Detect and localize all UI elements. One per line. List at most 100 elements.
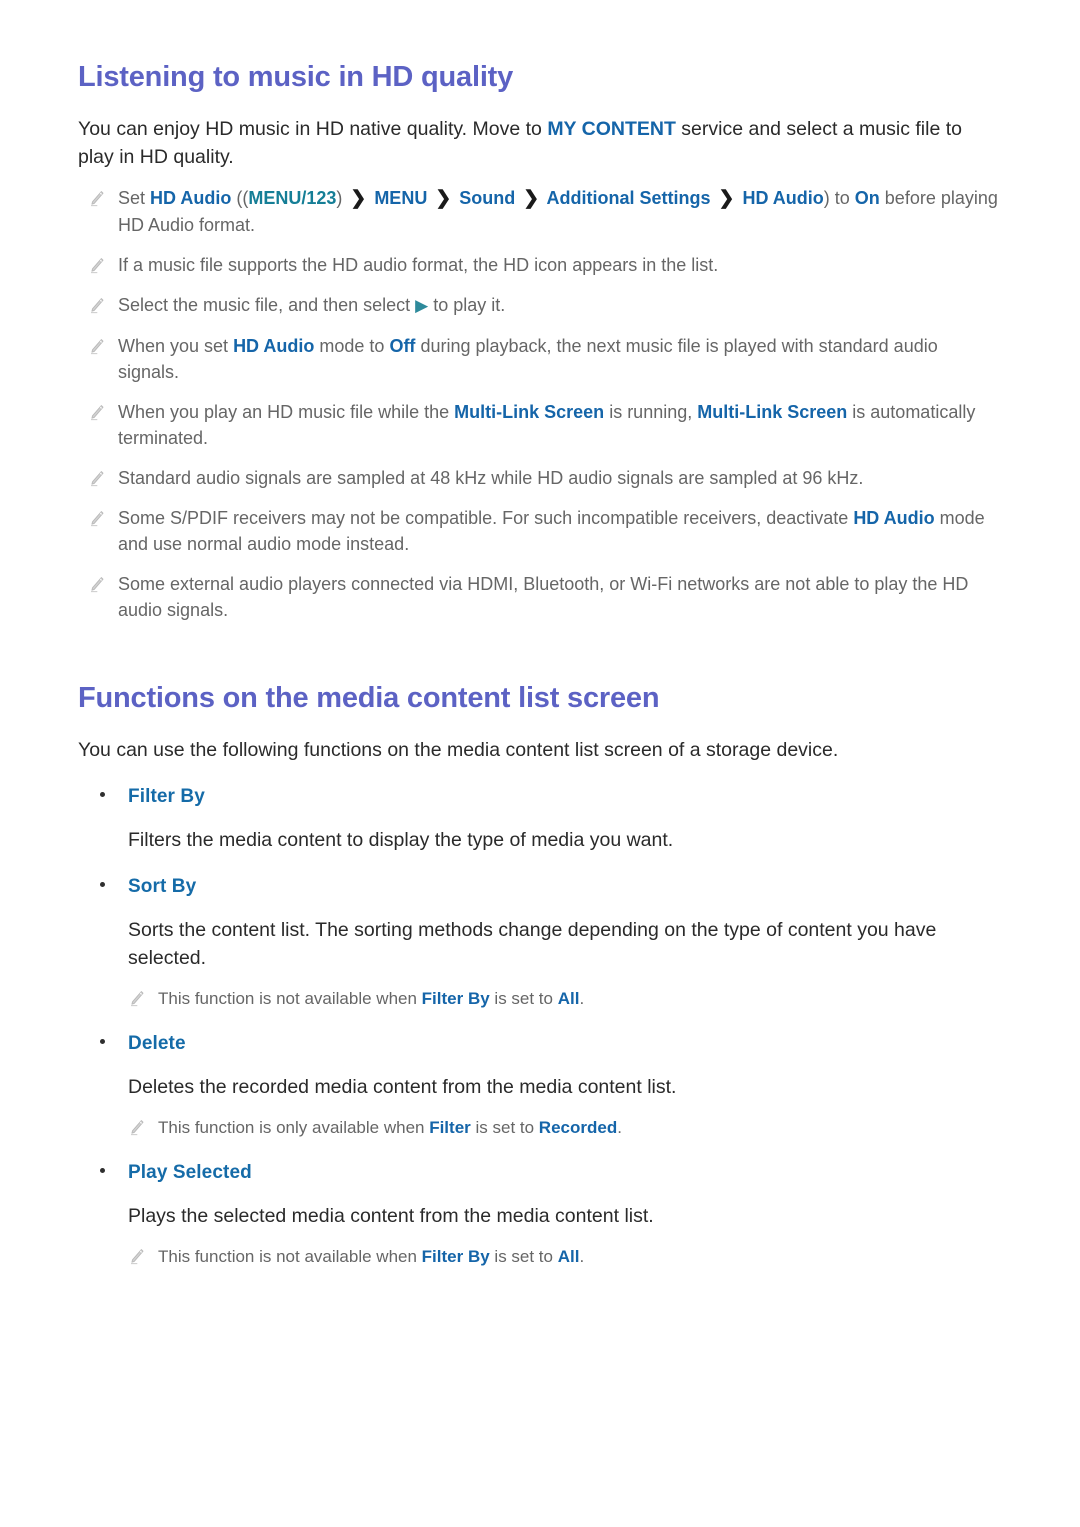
note-text-run: If a music file supports the HD audio fo… bbox=[118, 254, 719, 275]
note-text-run: . bbox=[579, 1246, 585, 1266]
keyword[interactable]: All bbox=[558, 1247, 580, 1266]
note-item: This function is not available when Filt… bbox=[78, 986, 1002, 1011]
keyword[interactable]: Filter By bbox=[422, 989, 490, 1008]
note-text: Standard audio signals are sampled at 48… bbox=[118, 465, 863, 491]
note-text-run: This function is not available when bbox=[158, 988, 422, 1008]
keyword[interactable]: Additional Settings bbox=[542, 188, 711, 208]
keyword[interactable]: MENU/123 bbox=[248, 188, 336, 208]
section-2-intro-paragraph: You can use the following functions on t… bbox=[78, 738, 839, 761]
note-text: This function is not available when Filt… bbox=[158, 986, 584, 1011]
note-text: If a music file supports the HD audio fo… bbox=[118, 252, 718, 278]
note-item: This function is not available when Filt… bbox=[78, 1244, 1002, 1269]
note-text-run: Select the music file, and then select bbox=[118, 294, 416, 315]
note-item: If a music file supports the HD audio fo… bbox=[78, 252, 1002, 278]
pencil-icon bbox=[88, 470, 104, 488]
list-item-description: Deletes the recorded media content from … bbox=[128, 1075, 677, 1098]
note-item: When you set HD Audio mode to Off during… bbox=[78, 333, 1002, 385]
chevron-right-icon: ❯ bbox=[435, 187, 452, 209]
note-text-run: Some external audio players connected vi… bbox=[118, 573, 969, 620]
pencil-icon bbox=[88, 257, 104, 275]
keyword[interactable]: MENU bbox=[369, 188, 427, 208]
list-item-description: Plays the selected media content from th… bbox=[128, 1204, 654, 1227]
note-text-run: When you set bbox=[118, 335, 234, 356]
page-title: Listening to music in HD quality bbox=[78, 61, 514, 93]
note-text: When you set HD Audio mode to Off during… bbox=[118, 333, 1002, 385]
play-triangle-icon: ▶ bbox=[415, 295, 429, 315]
note-text-run: When you play an HD music file while the bbox=[118, 401, 455, 422]
list-item-label[interactable]: Play Selected bbox=[128, 1162, 252, 1184]
keyword[interactable]: Multi-Link Screen bbox=[697, 402, 847, 422]
note-item: This function is only available when Fil… bbox=[78, 1115, 1002, 1140]
note-text-run: Set bbox=[118, 187, 151, 208]
list-item-description: Sorts the content list. The sorting meth… bbox=[128, 918, 937, 969]
notes-list-section-1: Set HD Audio ((MENU/123) ❯ MENU ❯ Sound … bbox=[78, 185, 1002, 623]
pencil-icon bbox=[88, 576, 104, 594]
note-text-run: to play it. bbox=[428, 294, 506, 315]
section-media-content-functions: Functions on the media content list scre… bbox=[78, 681, 1002, 1269]
note-text: Some external audio players connected vi… bbox=[118, 571, 1002, 623]
bullet-dot bbox=[100, 881, 105, 887]
note-text-run: (( bbox=[231, 187, 249, 208]
note-text: Set HD Audio ((MENU/123) ❯ MENU ❯ Sound … bbox=[118, 185, 1002, 238]
list-item-sort-by[interactable]: Sort By bbox=[78, 876, 1002, 898]
bullet-dot bbox=[100, 791, 105, 797]
pencil-icon bbox=[88, 510, 104, 528]
note-text-run: Standard audio signals are sampled at 48… bbox=[118, 467, 864, 488]
intro-text-pre: You can enjoy HD music in HD native qual… bbox=[78, 117, 548, 140]
chevron-right-icon: ❯ bbox=[718, 187, 735, 209]
note-text-run: This function is not available when bbox=[158, 1246, 422, 1266]
keyword[interactable]: Filter bbox=[429, 1118, 471, 1137]
note-text-run: is set to bbox=[470, 1117, 539, 1137]
list-item-label[interactable]: Delete bbox=[128, 1033, 186, 1055]
keyword[interactable]: All bbox=[558, 989, 580, 1008]
note-text-run: is set to bbox=[489, 1246, 558, 1266]
pencil-icon bbox=[88, 297, 104, 315]
document-page: Listening to music in HD quality You can… bbox=[0, 0, 1080, 1527]
note-item: When you play an HD music file while the… bbox=[78, 399, 1002, 451]
note-text-run: This function is only available when bbox=[158, 1117, 430, 1137]
note-text: Some S/PDIF receivers may not be compati… bbox=[118, 505, 1002, 557]
pencil-icon bbox=[88, 404, 104, 422]
chevron-right-icon: ❯ bbox=[523, 187, 540, 209]
list-item-label[interactable]: Filter By bbox=[128, 786, 205, 808]
keyword[interactable]: HD Audio bbox=[150, 188, 231, 208]
note-text: This function is only available when Fil… bbox=[158, 1115, 622, 1140]
note-text-run: ) to bbox=[823, 187, 855, 208]
note-item: Select the music file, and then select ▶… bbox=[78, 292, 1002, 319]
note-text: Select the music file, and then select ▶… bbox=[118, 292, 505, 319]
note-text: When you play an HD music file while the… bbox=[118, 399, 1002, 451]
keyword[interactable]: On bbox=[855, 188, 880, 208]
note-text-run: is set to bbox=[489, 988, 558, 1008]
section-listening-hd: Listening to music in HD quality You can… bbox=[78, 60, 1002, 623]
pencil-icon bbox=[88, 190, 104, 208]
keyword[interactable]: HD Audio bbox=[233, 336, 314, 356]
chevron-right-icon: ❯ bbox=[350, 187, 367, 209]
list-item-label[interactable]: Sort By bbox=[128, 876, 196, 898]
keyword[interactable]: Filter By bbox=[422, 1247, 490, 1266]
pencil-icon bbox=[128, 1119, 144, 1137]
note-text: This function is not available when Filt… bbox=[158, 1244, 584, 1269]
keyword[interactable]: Off bbox=[389, 336, 415, 356]
note-item: Standard audio signals are sampled at 48… bbox=[78, 465, 1002, 491]
page-title-2: Functions on the media content list scre… bbox=[78, 681, 660, 714]
keyword[interactable]: Sound bbox=[454, 188, 515, 208]
keyword[interactable]: Multi-Link Screen bbox=[454, 402, 604, 422]
note-item: Set HD Audio ((MENU/123) ❯ MENU ❯ Sound … bbox=[78, 185, 1002, 238]
keyword[interactable]: HD Audio bbox=[853, 508, 934, 528]
bullet-dot bbox=[100, 1038, 105, 1044]
pencil-icon bbox=[88, 338, 104, 356]
function-items-list: Filter By Filters the media content to di… bbox=[78, 786, 1002, 1269]
keyword[interactable]: Recorded bbox=[539, 1118, 617, 1137]
note-text-run bbox=[711, 188, 716, 208]
pencil-icon bbox=[128, 1248, 144, 1266]
note-text-run: is running, bbox=[604, 401, 698, 422]
bullet-dot bbox=[100, 1167, 105, 1173]
list-item-filter-by[interactable]: Filter By bbox=[78, 786, 1002, 808]
list-item-play-selected[interactable]: Play Selected bbox=[78, 1162, 1002, 1184]
section-intro-paragraph: You can enjoy HD music in HD native qual… bbox=[78, 115, 1002, 171]
keyword[interactable]: HD Audio bbox=[737, 188, 823, 208]
note-item: Some external audio players connected vi… bbox=[78, 571, 1002, 623]
list-item-delete[interactable]: Delete bbox=[78, 1033, 1002, 1055]
note-text-run: . bbox=[617, 1117, 622, 1137]
my-content-keyword[interactable]: MY CONTENT bbox=[547, 118, 676, 140]
